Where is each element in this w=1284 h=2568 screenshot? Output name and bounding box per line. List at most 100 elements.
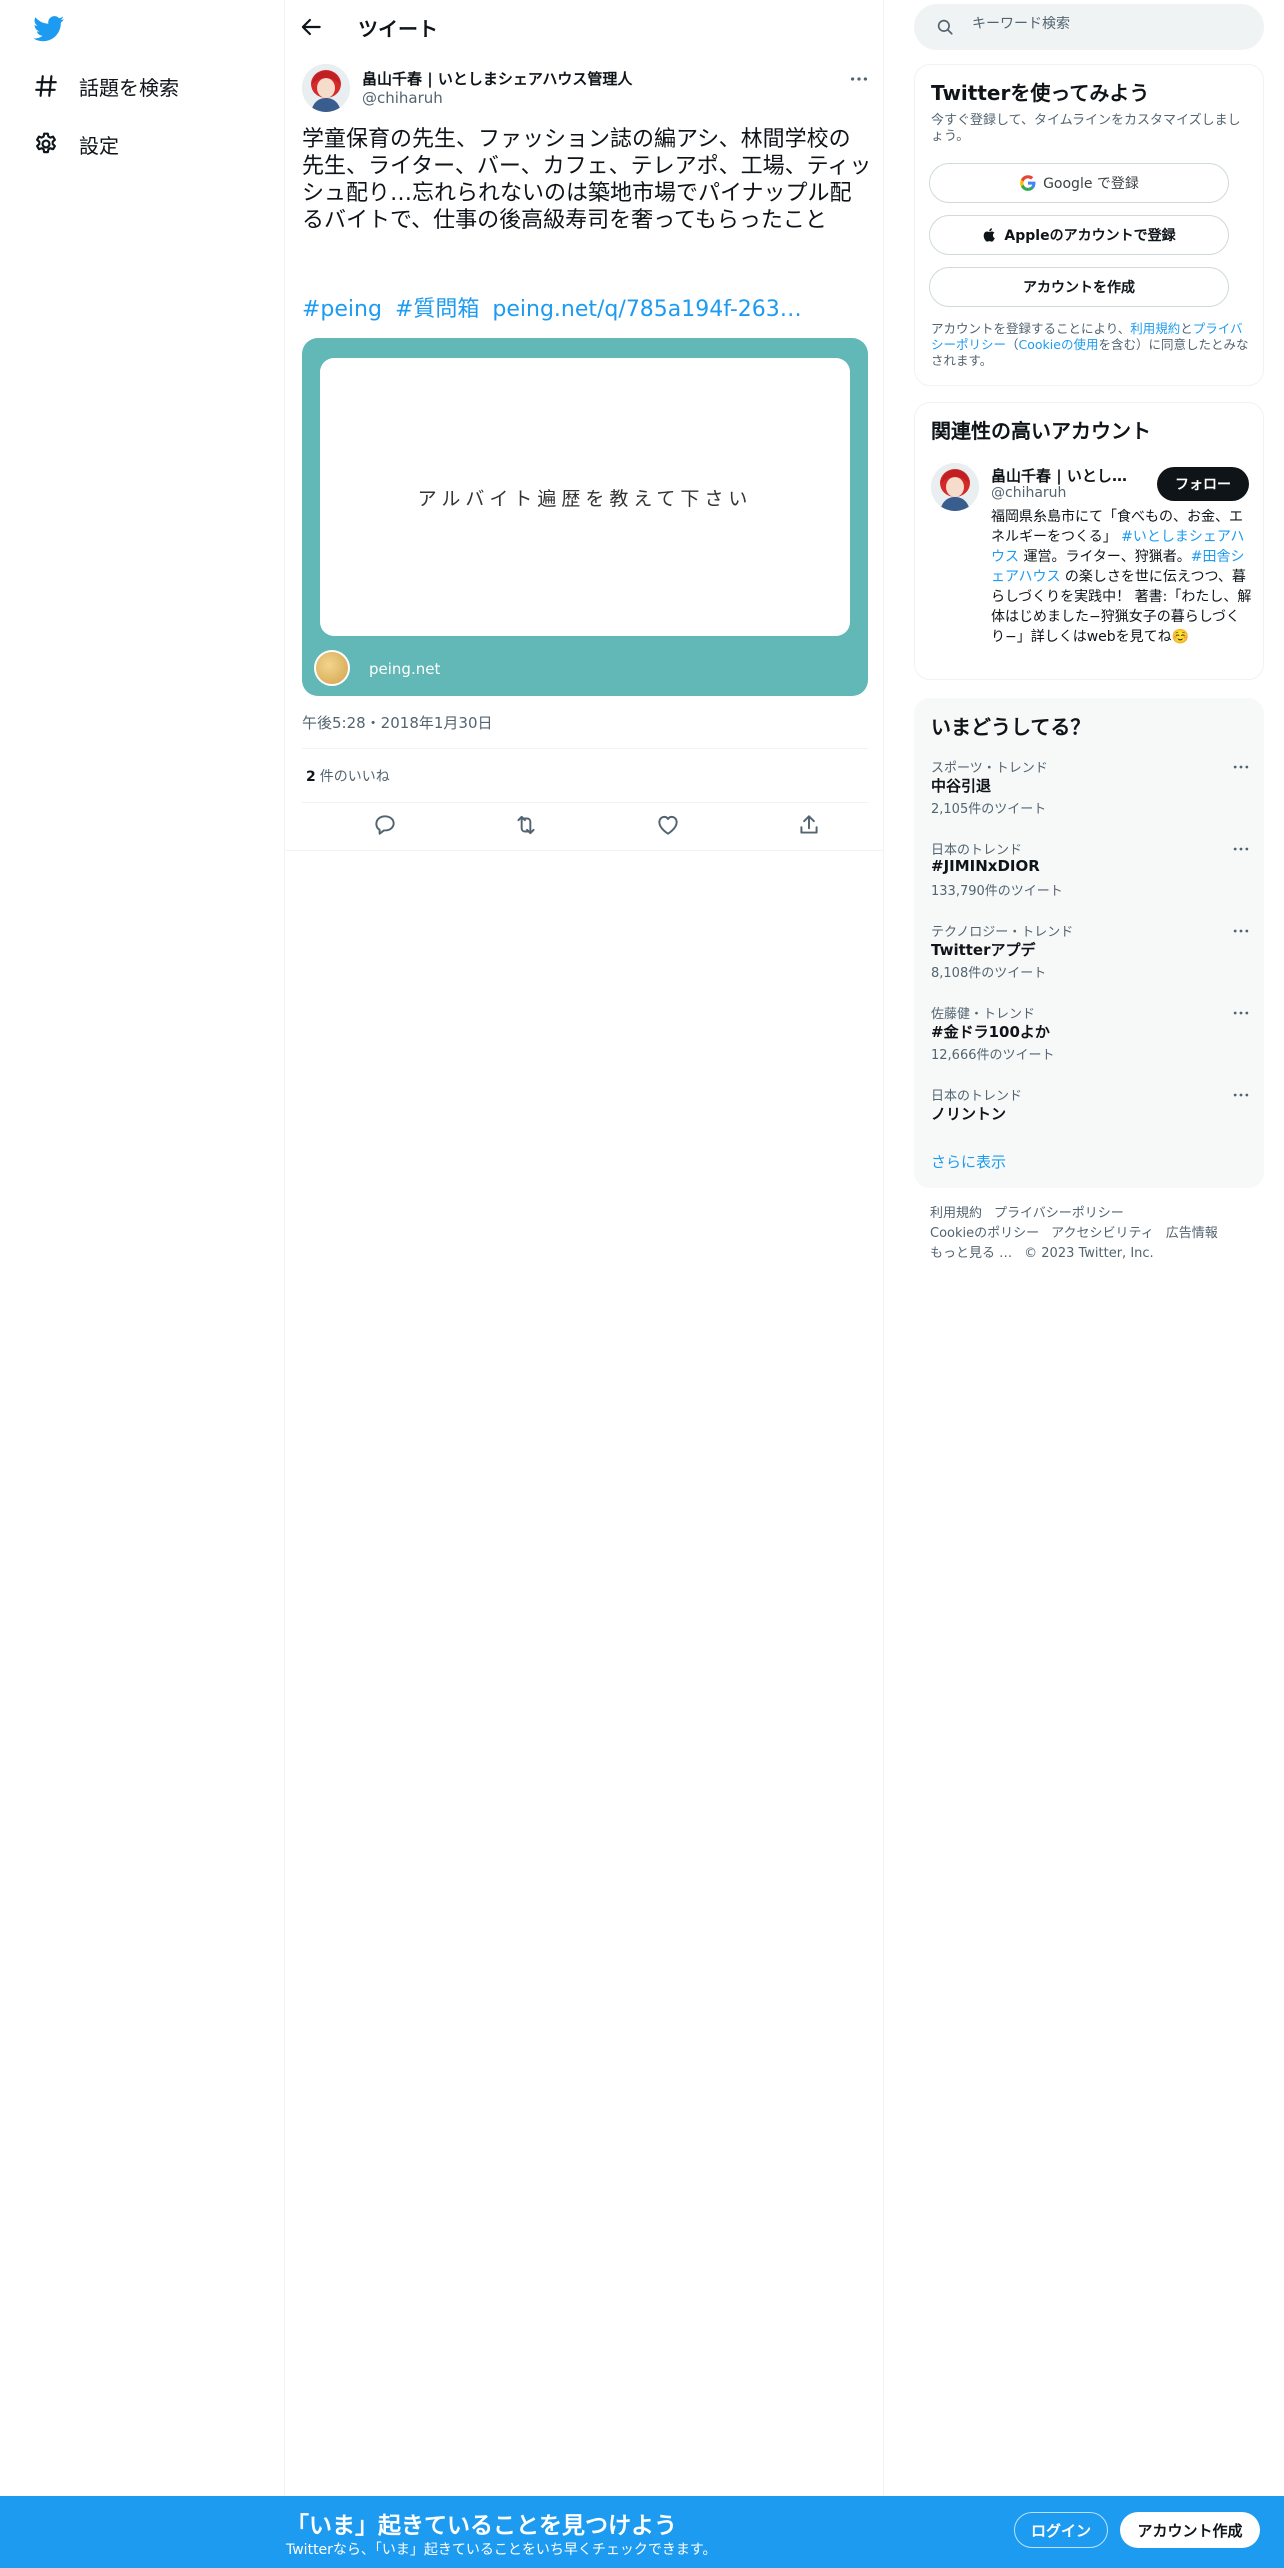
page-title: ツイート [358, 17, 438, 41]
footer-link[interactable]: プライバシーポリシー [994, 1206, 1124, 1221]
trend-name: ノリントン [931, 1105, 1007, 1123]
hashtag-link[interactable]: #質問箱 [395, 297, 479, 322]
apple-signup-button[interactable]: Appleのアカウントで登録 [929, 215, 1229, 255]
more-icon[interactable] [848, 68, 870, 90]
trend-category: テクノロジー・トレンド [931, 925, 1074, 940]
cookie-link[interactable]: Cookieの使用 [1019, 337, 1099, 352]
search-box[interactable] [914, 4, 1264, 50]
hashtag-link[interactable]: #peing [302, 297, 382, 322]
show-more-link[interactable]: さらに表示 [931, 1151, 1006, 1172]
twitter-bird-icon[interactable] [33, 16, 65, 42]
trend-category: 日本のトレンド [931, 1089, 1023, 1104]
link-card[interactable]: アルバイト遍歴を教えて下さい peing.net [302, 338, 868, 696]
trend-item[interactable]: 日本のトレンド #JIMINxDIOR 133,790件のツイート [915, 839, 1263, 921]
divider [302, 748, 868, 749]
trend-category: 日本のトレンド [931, 843, 1023, 858]
bottom-bar-subtitle: Twitterなら、「いま」起きていることをいち早くチェックできます。 [286, 2542, 717, 2558]
terms-link[interactable]: 利用規約 [1130, 321, 1180, 336]
signup-button[interactable]: アカウント作成 [1120, 2512, 1260, 2548]
more-icon[interactable] [1231, 1085, 1251, 1105]
left-nav: 話題を検索 設定 [0, 0, 285, 2496]
note-text: と [1180, 321, 1193, 336]
footer-link[interactable]: もっと見る … [930, 1246, 1012, 1261]
trend-count: 133,790件のツイート [931, 884, 1063, 899]
trend-item[interactable]: テクノロジー・トレンド Twitterアプデ 8,108件のツイート [915, 921, 1263, 1003]
main-header: ツイート [286, 0, 884, 54]
trend-item[interactable]: スポーツ・トレンド 中谷引退 2,105件のツイート [915, 757, 1263, 839]
footer-link[interactable]: アクセシビリティ [1051, 1226, 1154, 1241]
nav-settings-label: 設定 [79, 133, 119, 158]
tweet-author-handle[interactable]: @chiharuh [362, 89, 443, 107]
tweet-author-name[interactable]: 畠山千春 | いとしまシェアハウス管理人 [362, 68, 632, 89]
google-signup-label: Google で登録 [1043, 176, 1139, 192]
search-icon [936, 18, 954, 36]
note-text: （ [1006, 337, 1019, 352]
create-account-button[interactable]: アカウントを作成 [929, 267, 1229, 307]
more-icon[interactable] [1231, 921, 1251, 941]
trend-name: #金ドラ100よか [931, 1023, 1050, 1041]
trend-name: Twitterアプデ [931, 941, 1036, 959]
footer-link[interactable]: 利用規約 [930, 1206, 982, 1221]
related-account-handle[interactable]: @chiharuh [991, 485, 1066, 501]
signup-terms-note: アカウントを登録することにより、利用規約とプライバシーポリシー（Cookieの使… [931, 321, 1255, 369]
trend-category: 佐藤健・トレンド [931, 1007, 1036, 1022]
related-accounts-panel: 関連性の高いアカウント 畠山千春 | いとしまシェアハウス管理人 @chihar… [914, 402, 1264, 680]
trend-item[interactable]: 日本のトレンド ノリントン [915, 1085, 1263, 1135]
more-icon[interactable] [1231, 839, 1251, 859]
bottom-bar-title: 「いま」起きていることを見つけよう [286, 2513, 677, 2539]
footer-link[interactable]: 広告情報 [1166, 1226, 1218, 1241]
gear-icon [33, 131, 59, 157]
divider [302, 802, 868, 803]
trend-count: 2,105件のツイート [931, 802, 1047, 817]
trend-item[interactable]: 佐藤健・トレンド #金ドラ100よか 12,666件のツイート [915, 1003, 1263, 1085]
tweet-links: #peing #質問箱 peing.net/q/785a194f-263… [302, 296, 808, 324]
hashtag-icon [33, 73, 59, 99]
follow-button[interactable]: フォロー [1157, 467, 1249, 501]
card-image: アルバイト遍歴を教えて下さい [320, 358, 850, 636]
search-input[interactable] [972, 16, 1242, 32]
trend-category: スポーツ・トレンド [931, 761, 1048, 776]
card-domain: peing.net [369, 660, 441, 678]
nav-settings[interactable]: 設定 [33, 124, 119, 164]
note-text: アカウントを登録することにより、 [931, 321, 1131, 336]
share-icon[interactable] [796, 812, 822, 838]
footer-link[interactable]: Cookieのポリシー [930, 1226, 1039, 1241]
signup-panel: Twitterを使ってみよう 今すぐ登録して、タイムラインをカスタマイズしましょ… [914, 64, 1264, 386]
url-link[interactable]: peing.net/q/785a194f-263… [492, 297, 801, 322]
tweet-text: 学童保育の先生、ファッション誌の編アシ、林間学校の先生、ライター、バー、カフェ、… [302, 127, 872, 233]
copyright: © 2023 Twitter, Inc. [1024, 1246, 1154, 1261]
nav-explore-label: 話題を検索 [79, 75, 179, 100]
reply-icon[interactable] [372, 812, 398, 838]
main-column: ツイート 畠山千春 | いとしまシェアハウス管理人 @chiharuh 学童保育… [286, 0, 884, 2496]
google-icon [1019, 174, 1043, 192]
more-icon[interactable] [1231, 757, 1251, 777]
tweet-timestamp[interactable]: 午後5:28・2018年1月30日 [302, 712, 493, 733]
divider [286, 850, 884, 851]
login-button[interactable]: ログイン [1014, 2512, 1108, 2548]
avatar[interactable] [931, 463, 979, 511]
bottom-signup-bar: 「いま」起きていることを見つけよう Twitterなら、「いま」起きていることを… [0, 2496, 1284, 2568]
more-icon[interactable] [1231, 1003, 1251, 1023]
create-account-label: アカウントを作成 [1023, 280, 1135, 296]
nav-explore[interactable]: 話題を検索 [33, 66, 179, 106]
signup-title: Twitterを使ってみよう [931, 81, 1150, 105]
google-signup-button[interactable]: Google で登録 [929, 163, 1229, 203]
related-account-name[interactable]: 畠山千春 | いとしまシェアハウス管理人 [991, 465, 1141, 486]
trend-count: 12,666件のツイート [931, 1048, 1055, 1063]
trends-title: いまどうしてる？ [931, 715, 1091, 739]
signup-subtitle: 今すぐ登録して、タイムラインをカスタマイズしましょう。 [931, 113, 1241, 144]
likes-number: 2 [306, 769, 316, 785]
site-icon [314, 650, 350, 686]
card-question: アルバイト遍歴を教えて下さい [417, 487, 753, 510]
apple-signup-label: Appleのアカウントで登録 [1004, 228, 1176, 244]
related-title: 関連性の高いアカウント [931, 419, 1151, 443]
trend-name: #JIMINxDIOR [931, 857, 1040, 875]
trends-panel: いまどうしてる？ スポーツ・トレンド 中谷引退 2,105件のツイート 日本のト… [914, 698, 1264, 1188]
trend-count: 8,108件のツイート [931, 966, 1047, 981]
retweet-icon[interactable] [513, 812, 539, 838]
back-arrow-icon[interactable] [298, 14, 324, 40]
avatar[interactable] [302, 64, 350, 112]
likes-count[interactable]: 2 件のいいね [306, 766, 390, 786]
apple-icon [982, 226, 1004, 244]
like-icon[interactable] [655, 812, 681, 838]
